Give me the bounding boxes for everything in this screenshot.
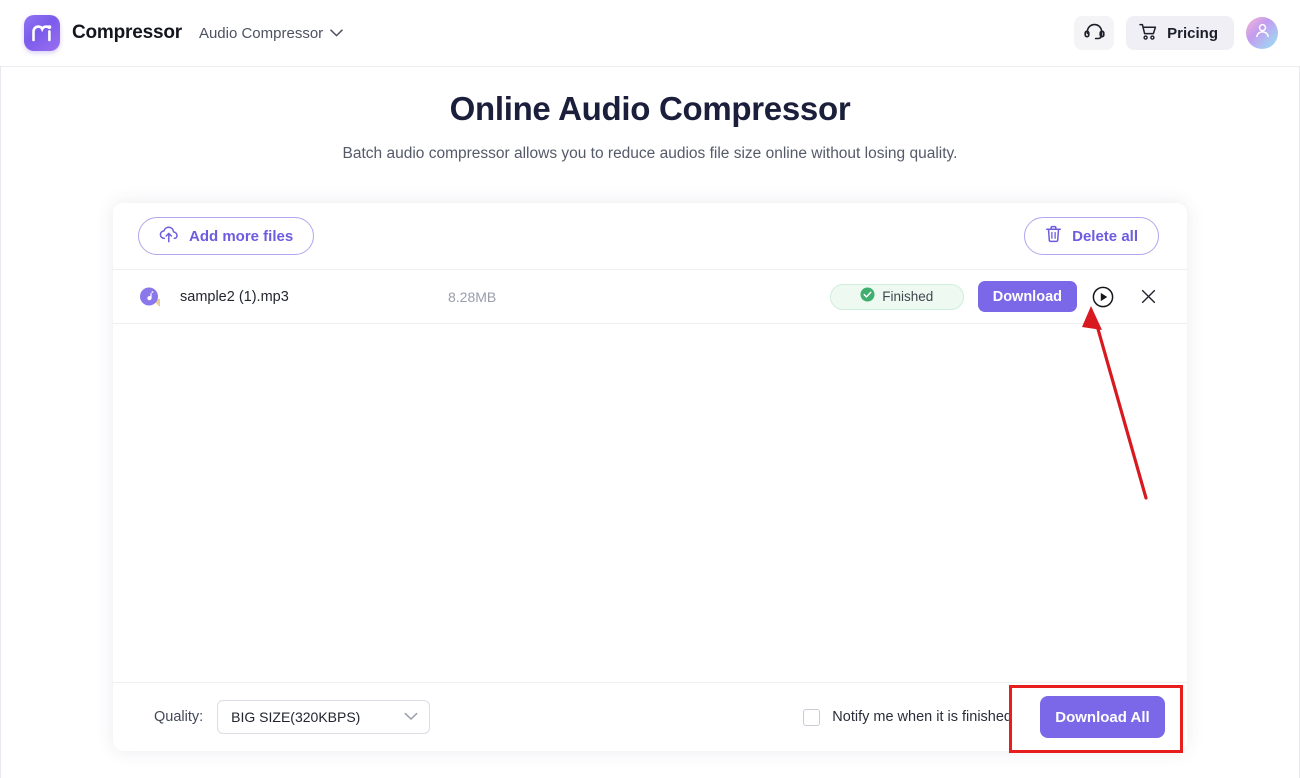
page-subtitle: Batch audio compressor allows you to red… <box>0 145 1300 163</box>
add-more-files-button[interactable]: Add more files <box>138 217 314 255</box>
pricing-button[interactable]: Pricing <box>1126 16 1234 50</box>
cart-icon <box>1139 23 1158 44</box>
viewport-edge-left <box>0 67 1 778</box>
compressor-card: Add more files Delete all <box>113 203 1187 751</box>
delete-all-label: Delete all <box>1072 228 1138 245</box>
chevron-down-icon <box>404 708 418 726</box>
audio-file-icon <box>138 285 162 309</box>
notify-checkbox[interactable] <box>803 709 820 726</box>
table-row: sample2 (1).mp3 8.28MB Finished Download <box>113 270 1187 324</box>
cloud-upload-icon <box>159 226 179 247</box>
app-logo-icon <box>24 15 60 51</box>
pricing-label: Pricing <box>1167 25 1218 42</box>
file-list: sample2 (1).mp3 8.28MB Finished Download <box>113 269 1187 682</box>
quality-label: Quality: <box>154 709 203 725</box>
add-more-files-label: Add more files <box>189 228 293 245</box>
app-header: Compressor Audio Compressor <box>0 0 1300 67</box>
brand: Compressor <box>24 15 182 51</box>
card-footer: Quality: BIG SIZE(320KBPS) Notify me whe… <box>113 682 1187 751</box>
page-title: Online Audio Compressor <box>0 90 1300 128</box>
quality-select-value: BIG SIZE(320KBPS) <box>231 709 360 725</box>
headset-icon <box>1084 22 1105 44</box>
header-actions: Pricing <box>1074 16 1278 50</box>
play-circle-icon[interactable] <box>1092 286 1114 308</box>
close-icon[interactable] <box>1138 287 1158 307</box>
notify-label: Notify me when it is finished <box>832 709 1012 725</box>
support-button[interactable] <box>1074 16 1114 50</box>
footer-actions: Notify me when it is finished Download A… <box>803 696 1165 738</box>
product-selector[interactable]: Audio Compressor <box>199 24 343 42</box>
download-all-button[interactable]: Download All <box>1040 696 1165 738</box>
status-badge: Finished <box>830 284 964 310</box>
card-toolbar: Add more files Delete all <box>113 203 1187 269</box>
row-actions: Finished Download <box>830 281 1162 312</box>
brand-name: Compressor <box>72 22 182 44</box>
check-circle-icon <box>860 287 875 307</box>
file-size: 8.28MB <box>448 289 568 305</box>
trash-icon <box>1045 225 1062 247</box>
status-label: Finished <box>882 289 933 304</box>
quality-select[interactable]: BIG SIZE(320KBPS) <box>217 700 430 734</box>
notify-checkbox-row[interactable]: Notify me when it is finished <box>803 709 1012 726</box>
chevron-down-icon <box>330 24 343 42</box>
product-selector-label: Audio Compressor <box>199 25 323 42</box>
download-button[interactable]: Download <box>978 281 1077 312</box>
user-avatar-icon <box>1254 22 1271 44</box>
file-name: sample2 (1).mp3 <box>180 289 448 305</box>
user-avatar[interactable] <box>1246 17 1278 49</box>
delete-all-button[interactable]: Delete all <box>1024 217 1159 255</box>
